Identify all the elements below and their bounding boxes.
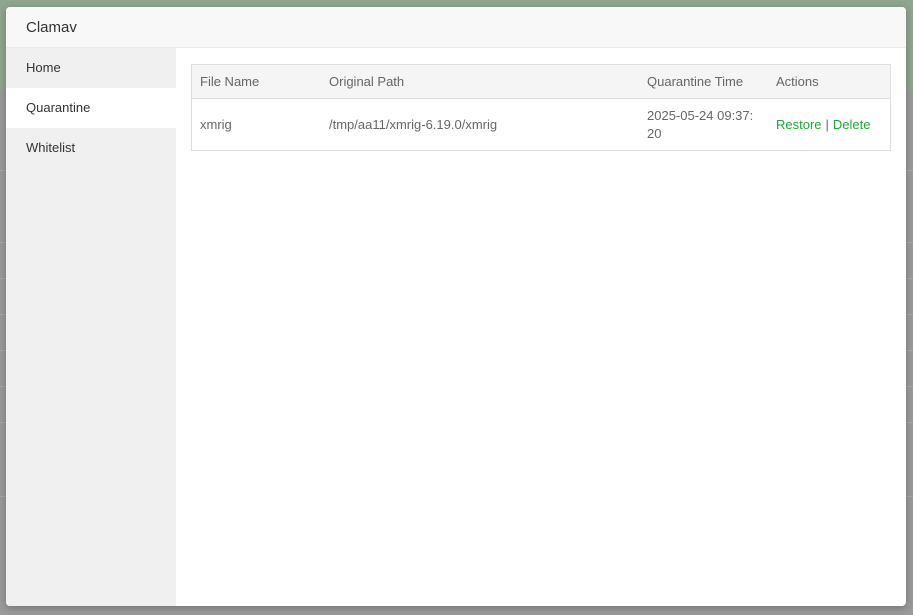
- dialog-header: Clamav: [6, 7, 906, 48]
- sidebar-item-quarantine[interactable]: Quarantine: [6, 88, 176, 128]
- column-header-file-name: File Name: [191, 64, 321, 99]
- cell-original-path: /tmp/aa11/xmrig-6.19.0/xmrig: [329, 116, 498, 132]
- column-header-original-path: Original Path: [321, 64, 639, 99]
- column-header-quarantine-time: Quarantine Time: [639, 64, 768, 99]
- cell-actions: Restore | Delete: [768, 99, 891, 151]
- clamav-dialog: Clamav Home Quarantine Whitelist File Na…: [6, 7, 906, 606]
- table-row: xmrig /tmp/aa11/xmrig-6.19.0/xmrig 2025-…: [192, 99, 891, 151]
- column-header-actions: Actions: [768, 64, 891, 99]
- sidebar-nav: Home Quarantine Whitelist: [6, 48, 176, 606]
- sidebar-item-home[interactable]: Home: [6, 48, 176, 88]
- table-header-row: File Name Original Path Quarantine Time …: [191, 64, 891, 99]
- dialog-body: Home Quarantine Whitelist File Name Orig…: [6, 48, 906, 606]
- quarantine-table: File Name Original Path Quarantine Time …: [191, 64, 891, 151]
- sidebar-item-whitelist[interactable]: Whitelist: [6, 128, 176, 168]
- delete-link[interactable]: Delete: [833, 117, 871, 132]
- quarantine-panel: File Name Original Path Quarantine Time …: [176, 48, 906, 606]
- cell-quarantine-time: 2025-05-24 09:37:20: [647, 107, 754, 141]
- action-separator: |: [825, 116, 829, 132]
- restore-link[interactable]: Restore: [776, 117, 822, 132]
- cell-file-name: xmrig: [200, 116, 232, 132]
- dialog-title: Clamav: [26, 18, 77, 36]
